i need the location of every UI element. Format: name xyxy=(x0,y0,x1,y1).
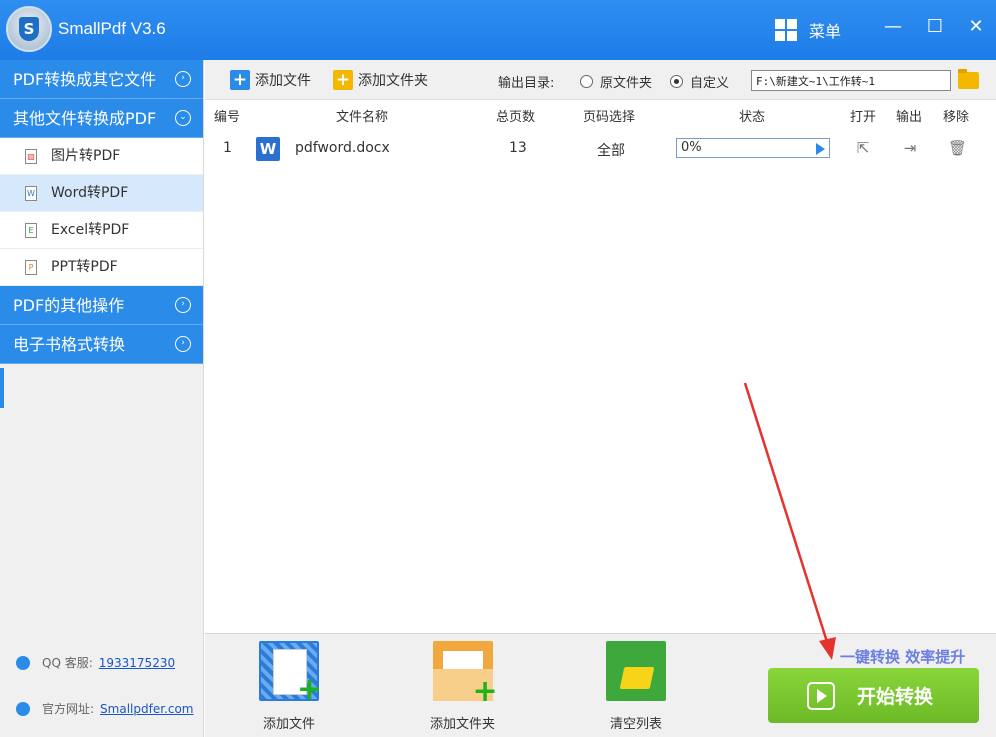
table-header: 编号 文件名称 总页数 页码选择 状态 打开 输出 移除 xyxy=(205,101,996,125)
close-button[interactable]: ✕ xyxy=(963,14,989,40)
sidebar-category-pdf-to-other[interactable]: PDF转换成其它文件 › xyxy=(0,60,203,99)
sidebar-category-pdf-other-ops[interactable]: PDF的其他操作 › xyxy=(0,286,203,325)
word-file-icon: W xyxy=(256,137,280,161)
category-label: 电子书格式转换 xyxy=(13,335,126,354)
chevron-right-icon: › xyxy=(175,71,191,87)
website-link[interactable]: Smallpdfer.com xyxy=(100,702,193,716)
category-label: PDF的其他操作 xyxy=(13,296,125,315)
radio-checked-icon xyxy=(670,75,683,88)
row-page-select[interactable]: 全部 xyxy=(597,140,625,160)
app-title: SmallPdf V3.6 xyxy=(58,19,166,38)
sidebar-accent-bar xyxy=(0,368,4,408)
add-folder-button[interactable]: + 添加文件夹 xyxy=(333,70,428,90)
grid-menu-icon xyxy=(775,19,797,41)
radio-original-folder[interactable]: 原文件夹 xyxy=(580,72,652,91)
sidebar-item-word-to-pdf[interactable]: W Word转PDF xyxy=(0,175,203,212)
status-progress-bar: 0% xyxy=(676,138,830,158)
category-label: PDF转换成其它文件 xyxy=(13,70,157,89)
sidebar-item-excel-to-pdf[interactable]: E Excel转PDF xyxy=(0,212,203,249)
bottom-add-folder-button[interactable]: + 添加文件夹 xyxy=(430,641,498,732)
add-file-label: 添加文件 xyxy=(255,73,311,89)
sidebar-item-image-to-pdf[interactable]: ▨ 图片转PDF xyxy=(0,138,203,175)
promo-text: 一键转换 效率提升 xyxy=(840,648,966,666)
row-filename: pdfword.docx xyxy=(295,140,390,156)
sidebar: PDF转换成其它文件 › 其他文件转换成PDF ⌄ ▨ 图片转PDF W Wor… xyxy=(0,60,204,737)
output-path-input[interactable]: F:\新建文~1\工作转~1 xyxy=(751,70,951,91)
category-label: 其他文件转换成PDF xyxy=(13,109,157,128)
clear-list-label: 清空列表 xyxy=(609,717,662,732)
bottom-add-folder-label: 添加文件夹 xyxy=(430,717,496,732)
qq-label: QQ 客服: xyxy=(42,656,93,670)
qq-number-link[interactable]: 1933175230 xyxy=(99,656,175,670)
row-index: 1 xyxy=(223,140,232,156)
radio-label: 原文件夹 xyxy=(600,76,653,91)
col-pages: 总页数 xyxy=(496,110,536,125)
add-folder-label: 添加文件夹 xyxy=(358,73,428,89)
excel-file-icon: E xyxy=(25,223,37,238)
sidebar-item-label: 图片转PDF xyxy=(51,148,121,164)
output-export-icon[interactable]: ⇥ xyxy=(901,139,919,157)
output-dir-label: 输出目录: xyxy=(498,76,555,91)
status-percent: 0% xyxy=(681,140,702,155)
radio-label: 自定义 xyxy=(690,76,730,91)
col-index: 编号 xyxy=(214,110,241,125)
sidebar-category-ebook[interactable]: 电子书格式转换 › xyxy=(0,325,203,364)
col-output: 输出 xyxy=(896,110,923,125)
chevron-down-icon: ⌄ xyxy=(175,110,191,126)
start-convert-button[interactable]: 开始转换 xyxy=(768,668,979,723)
open-external-icon[interactable]: ⇱ xyxy=(854,139,872,157)
broom-icon xyxy=(606,641,666,701)
trash-icon[interactable]: 🗑 xyxy=(948,139,967,157)
qq-icon xyxy=(16,655,30,670)
clear-list-button[interactable]: 清空列表 xyxy=(606,641,666,732)
row-pages: 13 xyxy=(509,140,527,156)
menu-label: 菜单 xyxy=(809,22,842,41)
play-icon xyxy=(807,681,835,710)
sidebar-item-ppt-to-pdf[interactable]: P PPT转PDF xyxy=(0,249,203,286)
sidebar-category-other-to-pdf[interactable]: 其他文件转换成PDF ⌄ xyxy=(0,99,203,138)
sidebar-item-label: Excel转PDF xyxy=(51,222,130,238)
chevron-right-icon: › xyxy=(175,297,191,313)
add-document-icon: + xyxy=(259,641,322,705)
table-row[interactable]: 1 W pdfword.docx 13 全部 0% ⇱ ⇥ 🗑 xyxy=(205,130,996,168)
chevron-right-icon: › xyxy=(175,336,191,352)
ppt-file-icon: P xyxy=(25,260,37,275)
radio-unchecked-icon xyxy=(580,75,593,88)
col-status: 状态 xyxy=(739,110,766,125)
qq-contact: QQ 客服: 1933175230 xyxy=(16,654,175,671)
app-logo-icon: S xyxy=(6,6,52,52)
website-contact: 官方网址: Smallpdfer.com xyxy=(16,700,194,717)
sidebar-item-label: Word转PDF xyxy=(51,185,129,201)
radio-custom-folder[interactable]: 自定义 xyxy=(670,72,729,91)
toolbar: + 添加文件 + 添加文件夹 输出目录: 原文件夹 自定义 F:\新建文~1\工… xyxy=(205,60,996,100)
col-page-select: 页码选择 xyxy=(583,110,636,125)
word-file-icon: W xyxy=(25,186,37,201)
image-file-icon: ▨ xyxy=(25,149,37,164)
menu-button[interactable]: 菜单 xyxy=(775,17,841,43)
add-folder-icon: + xyxy=(333,70,353,90)
logo-letter: S xyxy=(19,17,39,41)
sidebar-item-label: PPT转PDF xyxy=(51,259,118,275)
browse-folder-icon[interactable] xyxy=(958,69,979,89)
start-convert-label: 开始转换 xyxy=(857,686,934,708)
add-folder-icon: + xyxy=(432,641,498,707)
title-bar: S SmallPdf V3.6 菜单 — ☐ ✕ xyxy=(0,0,996,60)
col-remove: 移除 xyxy=(943,110,970,125)
minimize-button[interactable]: — xyxy=(880,14,906,40)
add-file-icon: + xyxy=(230,70,250,90)
bottom-add-file-label: 添加文件 xyxy=(262,717,315,732)
add-file-button[interactable]: + 添加文件 xyxy=(230,70,311,90)
bottom-add-file-button[interactable]: + 添加文件 xyxy=(259,641,322,732)
col-filename: 文件名称 xyxy=(336,110,389,125)
maximize-button[interactable]: ☐ xyxy=(922,14,948,40)
col-open: 打开 xyxy=(850,110,877,125)
site-label: 官方网址: xyxy=(42,702,95,716)
ie-browser-icon xyxy=(16,701,30,716)
play-triangle-icon xyxy=(816,143,825,155)
